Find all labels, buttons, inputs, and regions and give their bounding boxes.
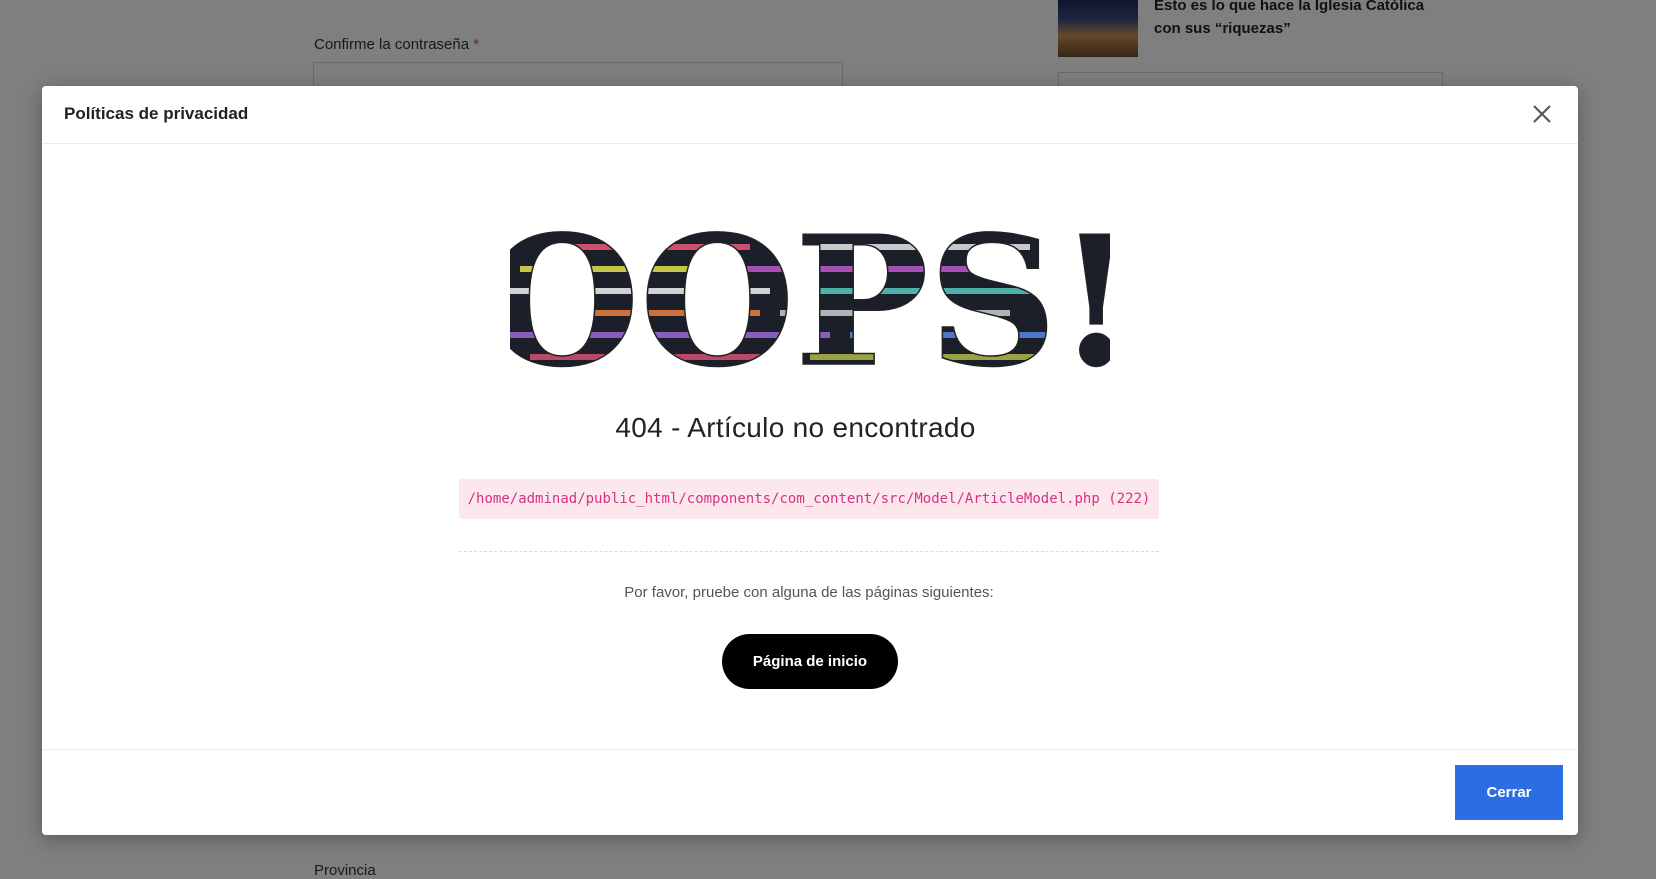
modal-title: Políticas de privacidad bbox=[64, 104, 249, 123]
close-button[interactable]: Cerrar bbox=[1455, 765, 1563, 820]
modal-body: OOPS! 404 - Artículo no encontrado /home… bbox=[42, 144, 1578, 744]
suggest-text: Por favor, pruebe con alguna de las pági… bbox=[624, 584, 994, 601]
error-title: 404 - Artículo no encontrado bbox=[615, 412, 976, 443]
modal-header: Políticas de privacidad bbox=[42, 86, 1578, 144]
modal-footer: Cerrar bbox=[42, 749, 1578, 836]
close-icon[interactable] bbox=[1528, 100, 1556, 128]
divider bbox=[459, 551, 1159, 552]
privacy-policy-modal: Políticas de privacidad OOPS! 404 - Artí… bbox=[42, 86, 1578, 835]
oops-text: OOPS! bbox=[510, 214, 1110, 384]
home-page-button[interactable]: Página de inicio bbox=[722, 634, 898, 689]
error-path: /home/adminad/public_html/components/com… bbox=[459, 479, 1159, 519]
oops-graphic: OOPS! bbox=[42, 214, 1578, 389]
